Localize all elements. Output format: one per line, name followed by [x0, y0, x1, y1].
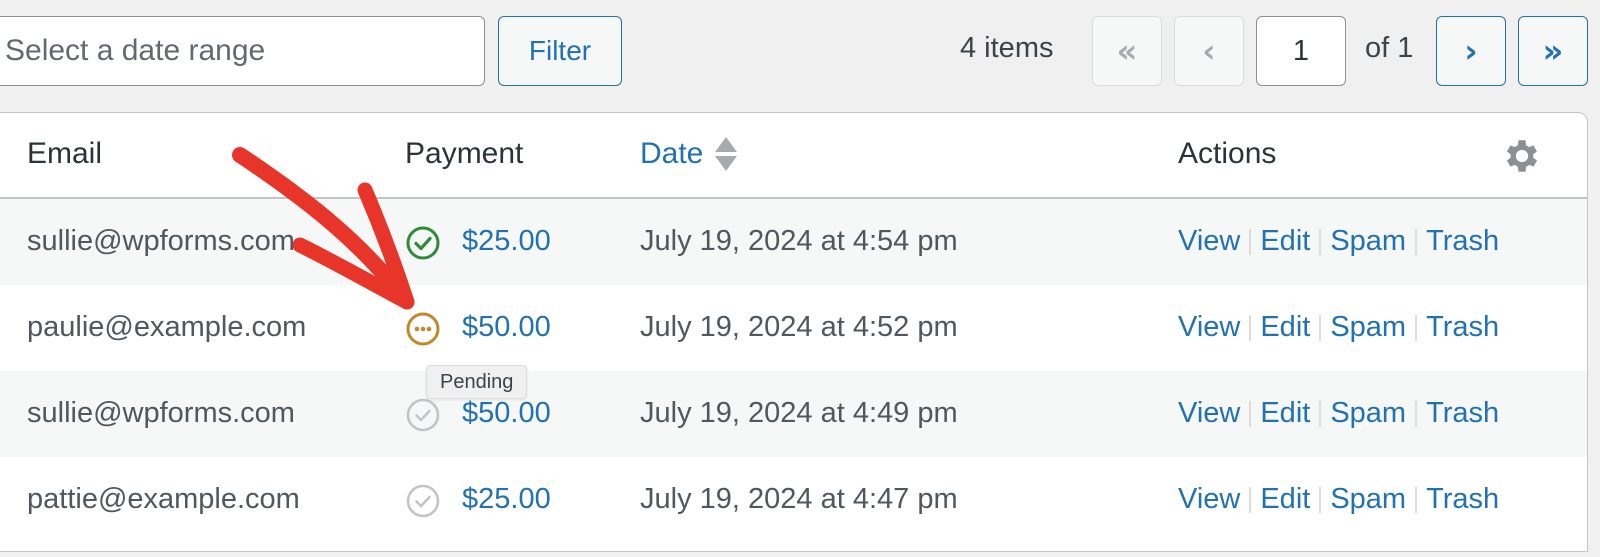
- table-row: paulie@example.com $50.00 July 19, 2024 …: [0, 285, 1587, 371]
- row-actions: View Edit Spam Trash: [1178, 483, 1499, 516]
- chevron-right-icon: ›: [1464, 32, 1478, 70]
- payment-amount[interactable]: $25.00: [462, 225, 551, 258]
- spam-link[interactable]: Spam: [1330, 397, 1406, 430]
- payment-completed-icon: [406, 226, 440, 260]
- column-header-date-label: Date: [640, 137, 704, 170]
- entry-email: paulie@example.com: [27, 311, 307, 343]
- pending-tooltip: Pending: [426, 365, 528, 399]
- view-link[interactable]: View: [1178, 225, 1240, 258]
- separator: [1319, 228, 1322, 255]
- separator: [1249, 314, 1252, 341]
- column-header-email: Email: [27, 137, 103, 170]
- sort-icon: [715, 137, 738, 171]
- table-row: sullie@wpforms.com $25.00 July 19, 2024 …: [0, 199, 1587, 285]
- double-chevron-left-icon: «: [1116, 32, 1138, 70]
- trash-link[interactable]: Trash: [1426, 225, 1499, 258]
- next-page-button[interactable]: ›: [1436, 16, 1506, 86]
- payment-inactive-check-icon: [406, 484, 440, 518]
- payment-amount[interactable]: $50.00: [462, 311, 551, 344]
- last-page-button[interactable]: »: [1518, 16, 1588, 86]
- separator: [1249, 228, 1252, 255]
- entry-date: July 19, 2024 at 4:54 pm: [640, 225, 958, 257]
- view-link[interactable]: View: [1178, 397, 1240, 430]
- trash-link[interactable]: Trash: [1426, 483, 1499, 516]
- view-link[interactable]: View: [1178, 483, 1240, 516]
- spam-link[interactable]: Spam: [1330, 311, 1406, 344]
- gear-icon[interactable]: [1501, 135, 1543, 177]
- separator: [1415, 486, 1418, 513]
- row-actions: View Edit Spam Trash: [1178, 225, 1499, 258]
- column-header-actions: Actions: [1178, 137, 1277, 170]
- entry-date: July 19, 2024 at 4:52 pm: [640, 311, 958, 343]
- entries-list-screen: Filter 4 items « ‹ of 1 › » Email Paymen…: [0, 0, 1600, 557]
- separator: [1249, 400, 1252, 427]
- spam-link[interactable]: Spam: [1330, 483, 1406, 516]
- filter-button[interactable]: Filter: [498, 16, 622, 86]
- current-page-input[interactable]: [1256, 16, 1346, 86]
- view-link[interactable]: View: [1178, 311, 1240, 344]
- separator: [1319, 486, 1322, 513]
- row-actions: View Edit Spam Trash: [1178, 311, 1499, 344]
- items-count: 4 items: [960, 32, 1054, 64]
- entry-date: July 19, 2024 at 4:49 pm: [640, 397, 958, 429]
- table-header: Email Payment Date Actions: [0, 113, 1587, 199]
- entry-email: sullie@wpforms.com: [27, 397, 295, 429]
- first-page-button[interactable]: «: [1092, 16, 1162, 86]
- entry-email: pattie@example.com: [27, 483, 300, 515]
- payment-amount[interactable]: $25.00: [462, 483, 551, 516]
- total-pages-label: of 1: [1365, 32, 1414, 64]
- separator: [1319, 314, 1322, 341]
- separator: [1415, 400, 1418, 427]
- spam-link[interactable]: Spam: [1330, 225, 1406, 258]
- chevron-left-icon: ‹: [1202, 32, 1216, 70]
- separator: [1249, 486, 1252, 513]
- trash-link[interactable]: Trash: [1426, 397, 1499, 430]
- payment-inactive-check-icon: [406, 398, 440, 432]
- separator: [1415, 314, 1418, 341]
- entry-email: sullie@wpforms.com: [27, 225, 295, 257]
- separator: [1319, 400, 1322, 427]
- edit-link[interactable]: Edit: [1260, 397, 1310, 430]
- table-row: pattie@example.com $25.00 July 19, 2024 …: [0, 457, 1587, 543]
- edit-link[interactable]: Edit: [1260, 483, 1310, 516]
- previous-page-button[interactable]: ‹: [1174, 16, 1244, 86]
- column-header-date[interactable]: Date: [640, 137, 738, 171]
- table-row: sullie@wpforms.com $50.00 July 19, 2024 …: [0, 371, 1587, 457]
- payment-pending-icon: [406, 312, 440, 346]
- row-actions: View Edit Spam Trash: [1178, 397, 1499, 430]
- column-header-payment: Payment: [405, 137, 524, 170]
- double-chevron-right-icon: »: [1542, 32, 1564, 70]
- date-range-input[interactable]: [0, 16, 485, 86]
- edit-link[interactable]: Edit: [1260, 225, 1310, 258]
- entry-date: July 19, 2024 at 4:47 pm: [640, 483, 958, 515]
- trash-link[interactable]: Trash: [1426, 311, 1499, 344]
- payment-amount[interactable]: $50.00: [462, 397, 551, 430]
- edit-link[interactable]: Edit: [1260, 311, 1310, 344]
- entries-table: Email Payment Date Actions sullie@wpform…: [0, 112, 1588, 552]
- separator: [1415, 228, 1418, 255]
